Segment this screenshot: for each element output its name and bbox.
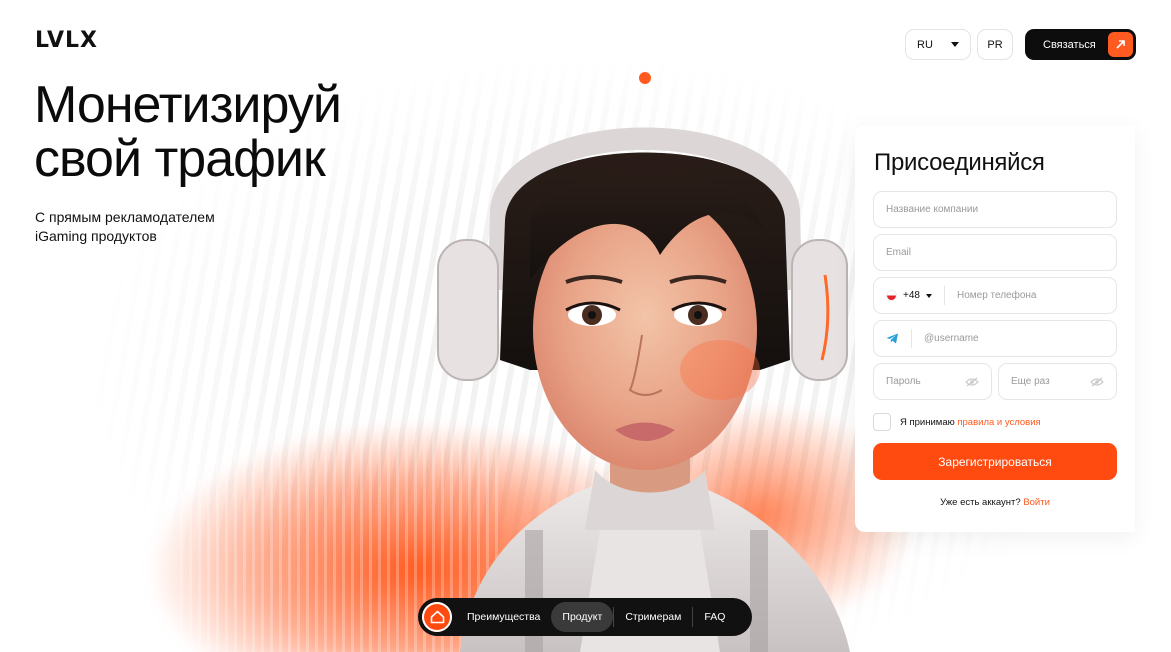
phone-country-select[interactable]: +48 — [886, 286, 945, 305]
form-title: Присоединяйся — [874, 149, 1045, 176]
registration-form: Присоединяйся +48 — [855, 125, 1135, 532]
hero-subtitle-line-1: С прямым рекламодателем — [35, 209, 215, 225]
page-title-line-1: Монетизируй — [34, 76, 342, 134]
bottom-nav: Преимущества Продукт Стримерам FAQ — [418, 598, 752, 636]
nav-item-streamers[interactable]: Стримерам — [614, 602, 692, 632]
pr-button[interactable]: PR — [977, 29, 1013, 60]
email-input[interactable] — [886, 247, 1104, 258]
header-actions: RU PR Связаться — [905, 29, 1136, 60]
repeat-password-input[interactable] — [1011, 376, 1090, 387]
pr-label: PR — [987, 38, 1003, 51]
login-row: Уже есть аккаунт? Войти — [873, 497, 1117, 508]
arrow-up-right-icon — [1108, 32, 1133, 57]
terms-row: Я принимаю правила и условия — [873, 413, 1117, 431]
chevron-down-icon — [925, 293, 932, 298]
phone-code: +48 — [903, 290, 920, 301]
terms-checkbox[interactable] — [873, 413, 891, 431]
login-prompt: Уже есть аккаунт? — [940, 497, 1021, 508]
phone-field[interactable]: +48 — [873, 277, 1117, 314]
terms-text: Я принимаю правила и условия — [900, 417, 1041, 428]
home-button[interactable] — [422, 602, 452, 632]
hero-subtitle: С прямым рекламодателем iGaming продукто… — [35, 208, 215, 246]
password-field[interactable] — [873, 363, 992, 400]
hero-subtitle-line-2: iGaming продуктов — [35, 228, 157, 244]
company-input[interactable] — [886, 204, 1104, 215]
home-icon — [430, 610, 444, 624]
terms-link[interactable]: правила и условия — [957, 417, 1040, 428]
chevron-down-icon — [951, 42, 959, 47]
telegram-field[interactable] — [873, 320, 1117, 357]
company-field[interactable] — [873, 191, 1117, 228]
register-button[interactable]: Зарегистрироваться — [873, 443, 1117, 480]
hero-portrait — [430, 60, 860, 652]
eye-off-icon[interactable] — [965, 377, 979, 387]
brand-logo[interactable]: LVLX — [35, 28, 98, 53]
language-select[interactable]: RU — [905, 29, 971, 60]
terms-label: Я принимаю — [900, 416, 955, 428]
contact-label: Связаться — [1043, 38, 1096, 51]
repeat-password-field[interactable] — [998, 363, 1117, 400]
register-label: Зарегистрироваться — [938, 454, 1052, 469]
password-row — [873, 363, 1117, 406]
page-title-line-2: свой трафик — [34, 130, 326, 188]
nav-item-advantages[interactable]: Преимущества — [456, 602, 551, 632]
telegram-prefix — [886, 329, 912, 348]
nav-item-faq[interactable]: FAQ — [693, 602, 736, 632]
email-field[interactable] — [873, 234, 1117, 271]
telegram-input[interactable] — [924, 333, 1104, 344]
phone-input[interactable] — [956, 290, 1104, 301]
contact-button[interactable]: Связаться — [1025, 29, 1136, 60]
page-title: Монетизируй свой трафик — [34, 76, 342, 188]
poland-flag-icon — [886, 290, 897, 301]
password-input[interactable] — [886, 376, 965, 387]
telegram-icon — [886, 333, 898, 344]
nav-item-product[interactable]: Продукт — [551, 602, 614, 632]
eye-off-icon[interactable] — [1090, 377, 1104, 387]
login-link[interactable]: Войти — [1023, 497, 1050, 508]
language-selected: RU — [917, 38, 933, 51]
